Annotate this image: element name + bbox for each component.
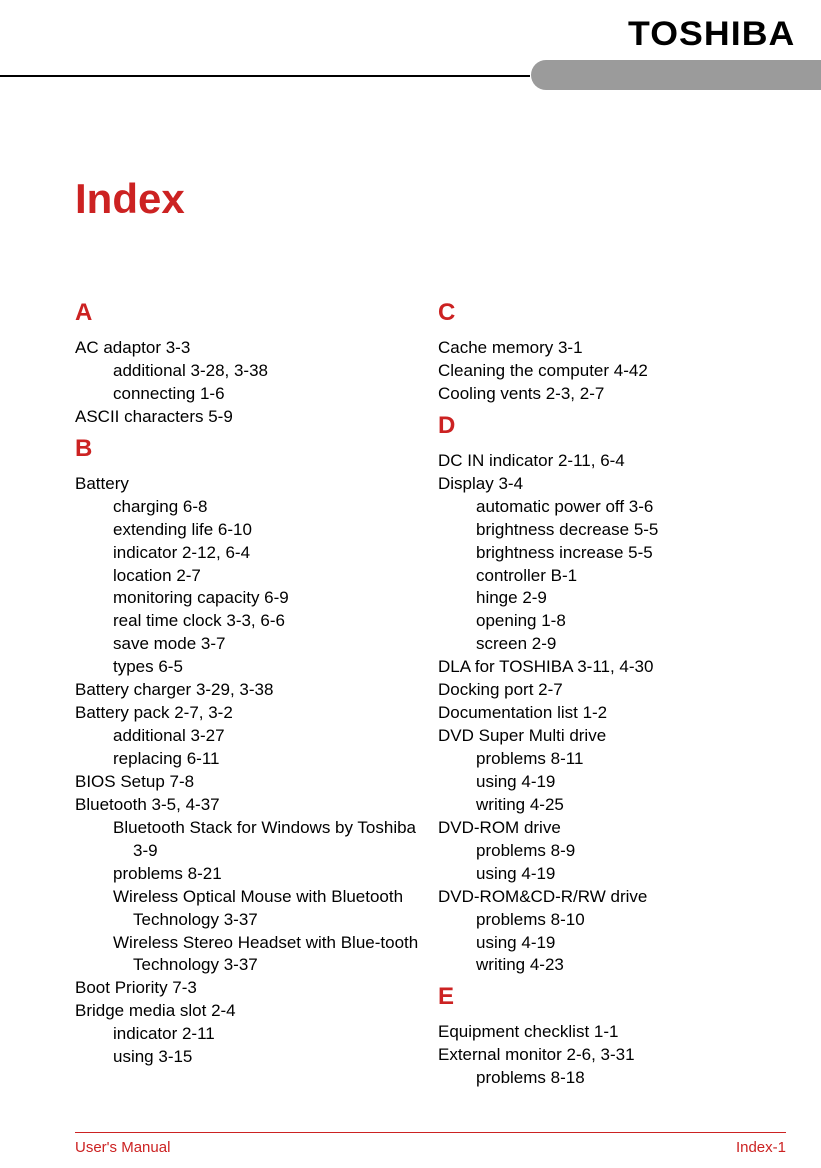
- index-columns: A AC adaptor 3-3additional 3-28, 3-38conn…: [75, 293, 786, 1090]
- index-letter-heading: E: [438, 983, 786, 1011]
- index-entry: Wireless Stereo Headset with Blue-tooth …: [75, 932, 423, 978]
- index-entry: problems 8-18: [438, 1067, 786, 1090]
- index-entry: automatic power off 3-6: [438, 496, 786, 519]
- index-entry: indicator 2-12, 6-4: [75, 542, 423, 565]
- index-entry: DVD-ROM drive: [438, 817, 786, 840]
- index-entry: Bridge media slot 2-4: [75, 1000, 423, 1023]
- footer-right: Index-1: [736, 1139, 786, 1156]
- index-entry: Documentation list 1-2: [438, 702, 786, 725]
- index-entry: extending life 6-10: [75, 519, 423, 542]
- index-entry: Battery charger 3-29, 3-38: [75, 679, 423, 702]
- index-entry: Battery pack 2-7, 3-2: [75, 702, 423, 725]
- index-entry: additional 3-27: [75, 725, 423, 748]
- left-column: A AC adaptor 3-3additional 3-28, 3-38conn…: [75, 293, 423, 1090]
- index-entry: Battery: [75, 473, 423, 496]
- index-entry: screen 2-9: [438, 633, 786, 656]
- index-entry: Bluetooth 3-5, 4-37: [75, 794, 423, 817]
- index-entry: BIOS Setup 7-8: [75, 771, 423, 794]
- index-entry: writing 4-25: [438, 794, 786, 817]
- index-entry: Cache memory 3-1: [438, 337, 786, 360]
- index-entry: using 4-19: [438, 771, 786, 794]
- index-entry: DC IN indicator 2-11, 6-4: [438, 450, 786, 473]
- index-entry: Wireless Optical Mouse with Bluetooth Te…: [75, 886, 423, 932]
- index-entry: hinge 2-9: [438, 587, 786, 610]
- index-letter-heading: B: [75, 435, 423, 463]
- index-entry: save mode 3-7: [75, 633, 423, 656]
- index-entry: ASCII characters 5-9: [75, 406, 423, 429]
- index-entry: using 4-19: [438, 932, 786, 955]
- index-entry: Display 3-4: [438, 473, 786, 496]
- index-entry: problems 8-11: [438, 748, 786, 771]
- index-entry: location 2-7: [75, 565, 423, 588]
- index-entry: indicator 2-11: [75, 1023, 423, 1046]
- index-entry: Equipment checklist 1-1: [438, 1021, 786, 1044]
- index-entry: Cleaning the computer 4-42: [438, 360, 786, 383]
- index-entry: Cooling vents 2-3, 2-7: [438, 383, 786, 406]
- index-entry: Boot Priority 7-3: [75, 977, 423, 1000]
- header-divider: [0, 60, 821, 90]
- footer: User's Manual Index-1: [75, 1132, 786, 1156]
- index-entry: problems 8-9: [438, 840, 786, 863]
- index-entry: brightness decrease 5-5: [438, 519, 786, 542]
- index-letter-heading: C: [438, 299, 786, 327]
- right-column: C Cache memory 3-1Cleaning the computer 4…: [438, 293, 786, 1090]
- index-entry: DLA for TOSHIBA 3-11, 4-30: [438, 656, 786, 679]
- index-entry: connecting 1-6: [75, 383, 423, 406]
- index-entry: External monitor 2-6, 3-31: [438, 1044, 786, 1067]
- content-area: Index A AC adaptor 3-3additional 3-28, 3-…: [75, 175, 786, 1090]
- index-entry: using 3-15: [75, 1046, 423, 1069]
- index-entry: additional 3-28, 3-38: [75, 360, 423, 383]
- header-line: [0, 75, 530, 77]
- index-entry: AC adaptor 3-3: [75, 337, 423, 360]
- index-entry: problems 8-21: [75, 863, 423, 886]
- index-entry: charging 6-8: [75, 496, 423, 519]
- page-title: Index: [75, 175, 786, 223]
- index-entry: types 6-5: [75, 656, 423, 679]
- footer-left: User's Manual: [75, 1139, 170, 1156]
- index-entry: controller B-1: [438, 565, 786, 588]
- index-entry: DVD Super Multi drive: [438, 725, 786, 748]
- index-entry: monitoring capacity 6-9: [75, 587, 423, 610]
- index-entry: replacing 6-11: [75, 748, 423, 771]
- index-entry: DVD-ROM&CD-R/RW drive: [438, 886, 786, 909]
- index-entry: brightness increase 5-5: [438, 542, 786, 565]
- index-letter-heading: A: [75, 299, 423, 327]
- index-entry: using 4-19: [438, 863, 786, 886]
- index-entry: writing 4-23: [438, 954, 786, 977]
- index-entry: opening 1-8: [438, 610, 786, 633]
- brand-logo: TOSHIBA: [628, 15, 795, 54]
- index-entry: Bluetooth Stack for Windows by Toshiba 3…: [75, 817, 423, 863]
- index-letter-heading: D: [438, 412, 786, 440]
- header-pill: [531, 60, 821, 90]
- index-entry: real time clock 3-3, 6-6: [75, 610, 423, 633]
- index-entry: problems 8-10: [438, 909, 786, 932]
- index-entry: Docking port 2-7: [438, 679, 786, 702]
